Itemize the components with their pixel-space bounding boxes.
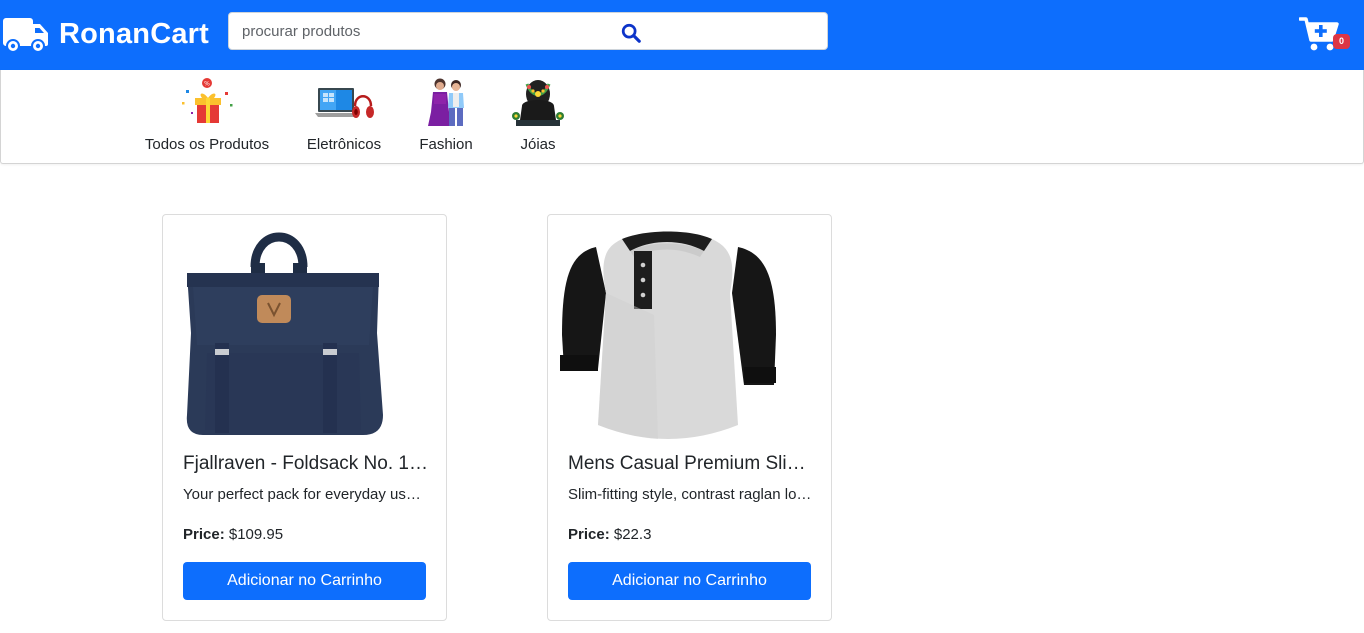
category-label: Jóias [520, 136, 556, 153]
product-description: Your perfect pack for everyday use and w… [183, 486, 428, 503]
category-bar: % Todos os Produtos Eletrônicos Fashion … [0, 70, 1364, 164]
brand-link[interactable]: RonanCart [0, 12, 209, 56]
top-navbar: RonanCart 0 [0, 0, 1364, 70]
gift-box-image: % [182, 78, 233, 123]
jewelry-bust-image [512, 80, 564, 126]
fashion-couple-image [428, 78, 464, 126]
product-image [173, 225, 436, 451]
brand-name: RonanCart [59, 17, 210, 50]
price-label: Price: [568, 526, 610, 543]
backpack-image [186, 232, 383, 435]
category-label: Todos os Produtos [144, 136, 270, 153]
product-title: Fjallraven - Foldsack No. 1 Backpack, Fi… [183, 453, 428, 474]
cart-count-badge: 0 [1333, 34, 1350, 49]
raglan-shirt-image [560, 231, 776, 439]
price-label: Price: [183, 526, 225, 543]
add-to-cart-button[interactable]: Adicionar no Carrinho [183, 562, 426, 600]
truck-icon [3, 18, 48, 53]
category-electronics[interactable]: Eletrônicos [299, 70, 389, 162]
laptop-headphones-image [315, 88, 374, 118]
search-box [228, 12, 828, 50]
search-input[interactable] [229, 13, 609, 49]
product-card: Fjallraven - Foldsack No. 1 Backpack, Fi… [162, 214, 447, 621]
cart-button[interactable]: 0 [1297, 14, 1355, 54]
search-icon [621, 23, 641, 43]
svg-text:%: % [204, 81, 210, 88]
product-card: Mens Casual Premium Slim Fit T-Shirts Sl… [547, 214, 832, 621]
category-jewelry[interactable]: Jóias [501, 70, 575, 162]
add-to-cart-button[interactable]: Adicionar no Carrinho [568, 562, 811, 600]
category-label: Fashion [419, 136, 473, 153]
price-value: $22.3 [613, 526, 652, 543]
category-label: Eletrônicos [306, 136, 382, 153]
category-all-products[interactable]: % Todos os Produtos [137, 70, 277, 162]
search-button[interactable] [617, 19, 645, 45]
product-price: Price: $22.3 [568, 526, 651, 543]
price-value: $109.95 [228, 526, 284, 543]
product-description: Slim-fitting style, contrast raglan long… [568, 486, 813, 503]
product-price: Price: $109.95 [183, 526, 283, 543]
category-fashion[interactable]: Fashion [409, 70, 483, 162]
product-image [558, 225, 821, 451]
product-title: Mens Casual Premium Slim Fit T-Shirts [568, 453, 813, 474]
